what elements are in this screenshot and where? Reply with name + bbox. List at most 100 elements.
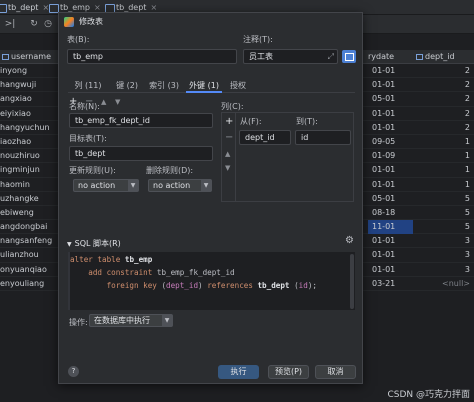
cell-entrydate[interactable]: 03-21 <box>368 277 413 291</box>
cell-entrydate[interactable]: 05-01 <box>368 192 413 206</box>
cell-username[interactable]: ebiweng <box>0 206 34 220</box>
fk-name-input[interactable]: tb_emp_fk_dept_id <box>69 113 213 128</box>
cell-username[interactable]: haomin <box>0 178 30 192</box>
modify-table-dialog: 修改表 表(B): tb_emp 注释(T): 员工表 ⤢ 列 (11) 键 (2… <box>58 12 363 384</box>
tab-foreign-keys[interactable]: 外键 (1) <box>186 79 222 93</box>
cancel-button[interactable]: 取消 <box>315 365 356 379</box>
cell-entrydate[interactable]: 11-01 <box>368 220 413 235</box>
target-table-input[interactable]: tb_dept <box>69 146 213 161</box>
tab-columns[interactable]: 列 (11) <box>68 79 108 93</box>
cell-entrydate[interactable]: 01-01 <box>368 263 413 277</box>
fk-columns-toolbar: + − ▲ ▼ <box>222 113 236 201</box>
cell-username[interactable]: nangsanfeng <box>0 234 52 248</box>
columns-label: 列(C): <box>221 102 244 111</box>
column-icon <box>2 54 9 60</box>
chevron-down-icon: ▼ <box>201 180 211 191</box>
cell-entrydate[interactable]: 01-01 <box>368 178 413 192</box>
cell-username[interactable]: onyuanqiao <box>0 263 47 277</box>
action-select[interactable]: 在数据库中执行 ▼ <box>89 314 173 327</box>
cell-entrydate[interactable]: 01-01 <box>368 64 413 78</box>
from-column-cell[interactable]: dept_id <box>239 130 291 145</box>
chevron-down-icon: ▼ <box>128 180 138 191</box>
cell-username[interactable]: eiyixiao <box>0 107 31 121</box>
cell-dept-id[interactable]: 2 <box>415 107 474 121</box>
cell-username[interactable]: uzhangke <box>0 192 39 206</box>
cell-username[interactable]: nouzhiruo <box>0 149 40 163</box>
dialog-tabs: 列 (11) 键 (2) 索引 (3) 外键 (1) 授权 <box>68 79 355 93</box>
cell-dept-id[interactable]: <null> <box>415 277 474 291</box>
comment-input[interactable]: 员工表 ⤢ <box>243 49 338 64</box>
cell-entrydate[interactable]: 01-01 <box>368 78 413 92</box>
cell-dept-id[interactable]: 5 <box>415 220 474 234</box>
on-delete-select[interactable]: no action ▼ <box>148 179 212 192</box>
target-table-label: 目标表(T): <box>69 134 107 143</box>
tab-grants[interactable]: 授权 <box>226 79 250 93</box>
refresh-icon[interactable]: ↻ <box>28 18 40 30</box>
on-update-select[interactable]: no action ▼ <box>73 179 139 192</box>
close-icon[interactable]: × <box>94 3 101 12</box>
settings-gear-icon[interactable]: ⚙ <box>345 236 354 246</box>
chevron-down-icon: ▼ <box>162 315 172 326</box>
cell-dept-id[interactable]: 1 <box>415 163 474 177</box>
sql-editor-scrollbar[interactable] <box>350 254 354 309</box>
preview-button[interactable]: 预览(P) <box>268 365 309 379</box>
cell-dept-id[interactable]: 2 <box>415 92 474 106</box>
remove-icon[interactable]: − <box>225 133 233 143</box>
sql-script-header[interactable]: ▼ SQL 脚本(R) <box>67 238 121 249</box>
move-down-icon[interactable]: ▼ <box>225 163 230 173</box>
sql-script-editor[interactable]: alter table tb_emp add constraint tb_emp… <box>68 252 355 310</box>
column-header-dept-id[interactable]: dept_id <box>416 50 455 64</box>
cell-dept-id[interactable]: 1 <box>415 178 474 192</box>
cell-username[interactable]: inyong <box>0 64 27 78</box>
close-icon[interactable]: × <box>150 3 157 12</box>
run-to-cursor-icon[interactable]: >| <box>4 18 16 30</box>
cell-entrydate[interactable]: 01-01 <box>368 163 413 177</box>
cell-dept-id[interactable]: 1 <box>415 135 474 149</box>
cell-username[interactable]: hangyuchun <box>0 121 50 135</box>
edit-comment-button[interactable] <box>342 50 356 63</box>
move-up-icon[interactable]: ▲ <box>101 97 106 107</box>
cell-dept-id[interactable]: 5 <box>415 192 474 206</box>
column-icon <box>416 54 423 60</box>
cell-username[interactable]: angdongbai <box>0 220 47 234</box>
cell-dept-id[interactable]: 2 <box>415 121 474 135</box>
move-down-icon[interactable]: ▼ <box>115 97 120 107</box>
cell-dept-id[interactable]: 3 <box>415 234 474 248</box>
history-icon[interactable]: ◷ <box>42 18 54 30</box>
cell-dept-id[interactable]: 2 <box>415 78 474 92</box>
cell-username[interactable]: hangwuji <box>0 78 36 92</box>
cell-dept-id[interactable]: 5 <box>415 206 474 220</box>
cell-username[interactable]: enyouliang <box>0 277 44 291</box>
sql-line-2: add constraint tb_emp_fk_dept_id <box>70 268 235 277</box>
cell-username[interactable]: iaozhao <box>0 135 31 149</box>
cell-username[interactable]: ingminjun <box>0 163 40 177</box>
cell-entrydate[interactable]: 09-05 <box>368 135 413 149</box>
tab-indexes[interactable]: 索引 (3) <box>146 79 182 93</box>
column-header-username[interactable]: username <box>2 50 51 64</box>
cell-dept-id[interactable]: 3 <box>415 248 474 262</box>
cell-entrydate[interactable]: 01-01 <box>368 248 413 262</box>
cell-entrydate[interactable]: 05-01 <box>368 92 413 106</box>
cell-username[interactable]: angxiao <box>0 92 32 106</box>
cell-username[interactable]: ulianzhou <box>0 248 39 262</box>
cell-entrydate[interactable]: 01-09 <box>368 149 413 163</box>
cell-dept-id[interactable]: 1 <box>415 149 474 163</box>
add-icon[interactable]: + <box>225 117 233 127</box>
column-header-entrydate[interactable]: rydate <box>368 50 394 64</box>
cell-dept-id[interactable]: 2 <box>415 64 474 78</box>
cell-entrydate[interactable]: 01-01 <box>368 234 413 248</box>
table-name-input[interactable]: tb_emp <box>67 49 237 64</box>
help-button[interactable]: ? <box>68 366 79 377</box>
cell-entrydate[interactable]: 01-01 <box>368 121 413 135</box>
cell-dept-id[interactable]: 3 <box>415 263 474 277</box>
sql-line-3: foreign key (dept_id) references tb_dept… <box>70 281 317 290</box>
cell-entrydate[interactable]: 08-18 <box>368 206 413 220</box>
to-column-cell[interactable]: id <box>295 130 351 145</box>
execute-button[interactable]: 执行 <box>218 365 259 379</box>
tab-keys[interactable]: 键 (2) <box>112 79 142 93</box>
move-up-icon[interactable]: ▲ <box>225 149 230 159</box>
chevron-down-icon: ▼ <box>67 241 72 248</box>
fk-name-label: 名称(N): <box>69 102 100 111</box>
expand-icon[interactable]: ⤢ <box>328 50 334 63</box>
cell-entrydate[interactable]: 01-01 <box>368 107 413 121</box>
